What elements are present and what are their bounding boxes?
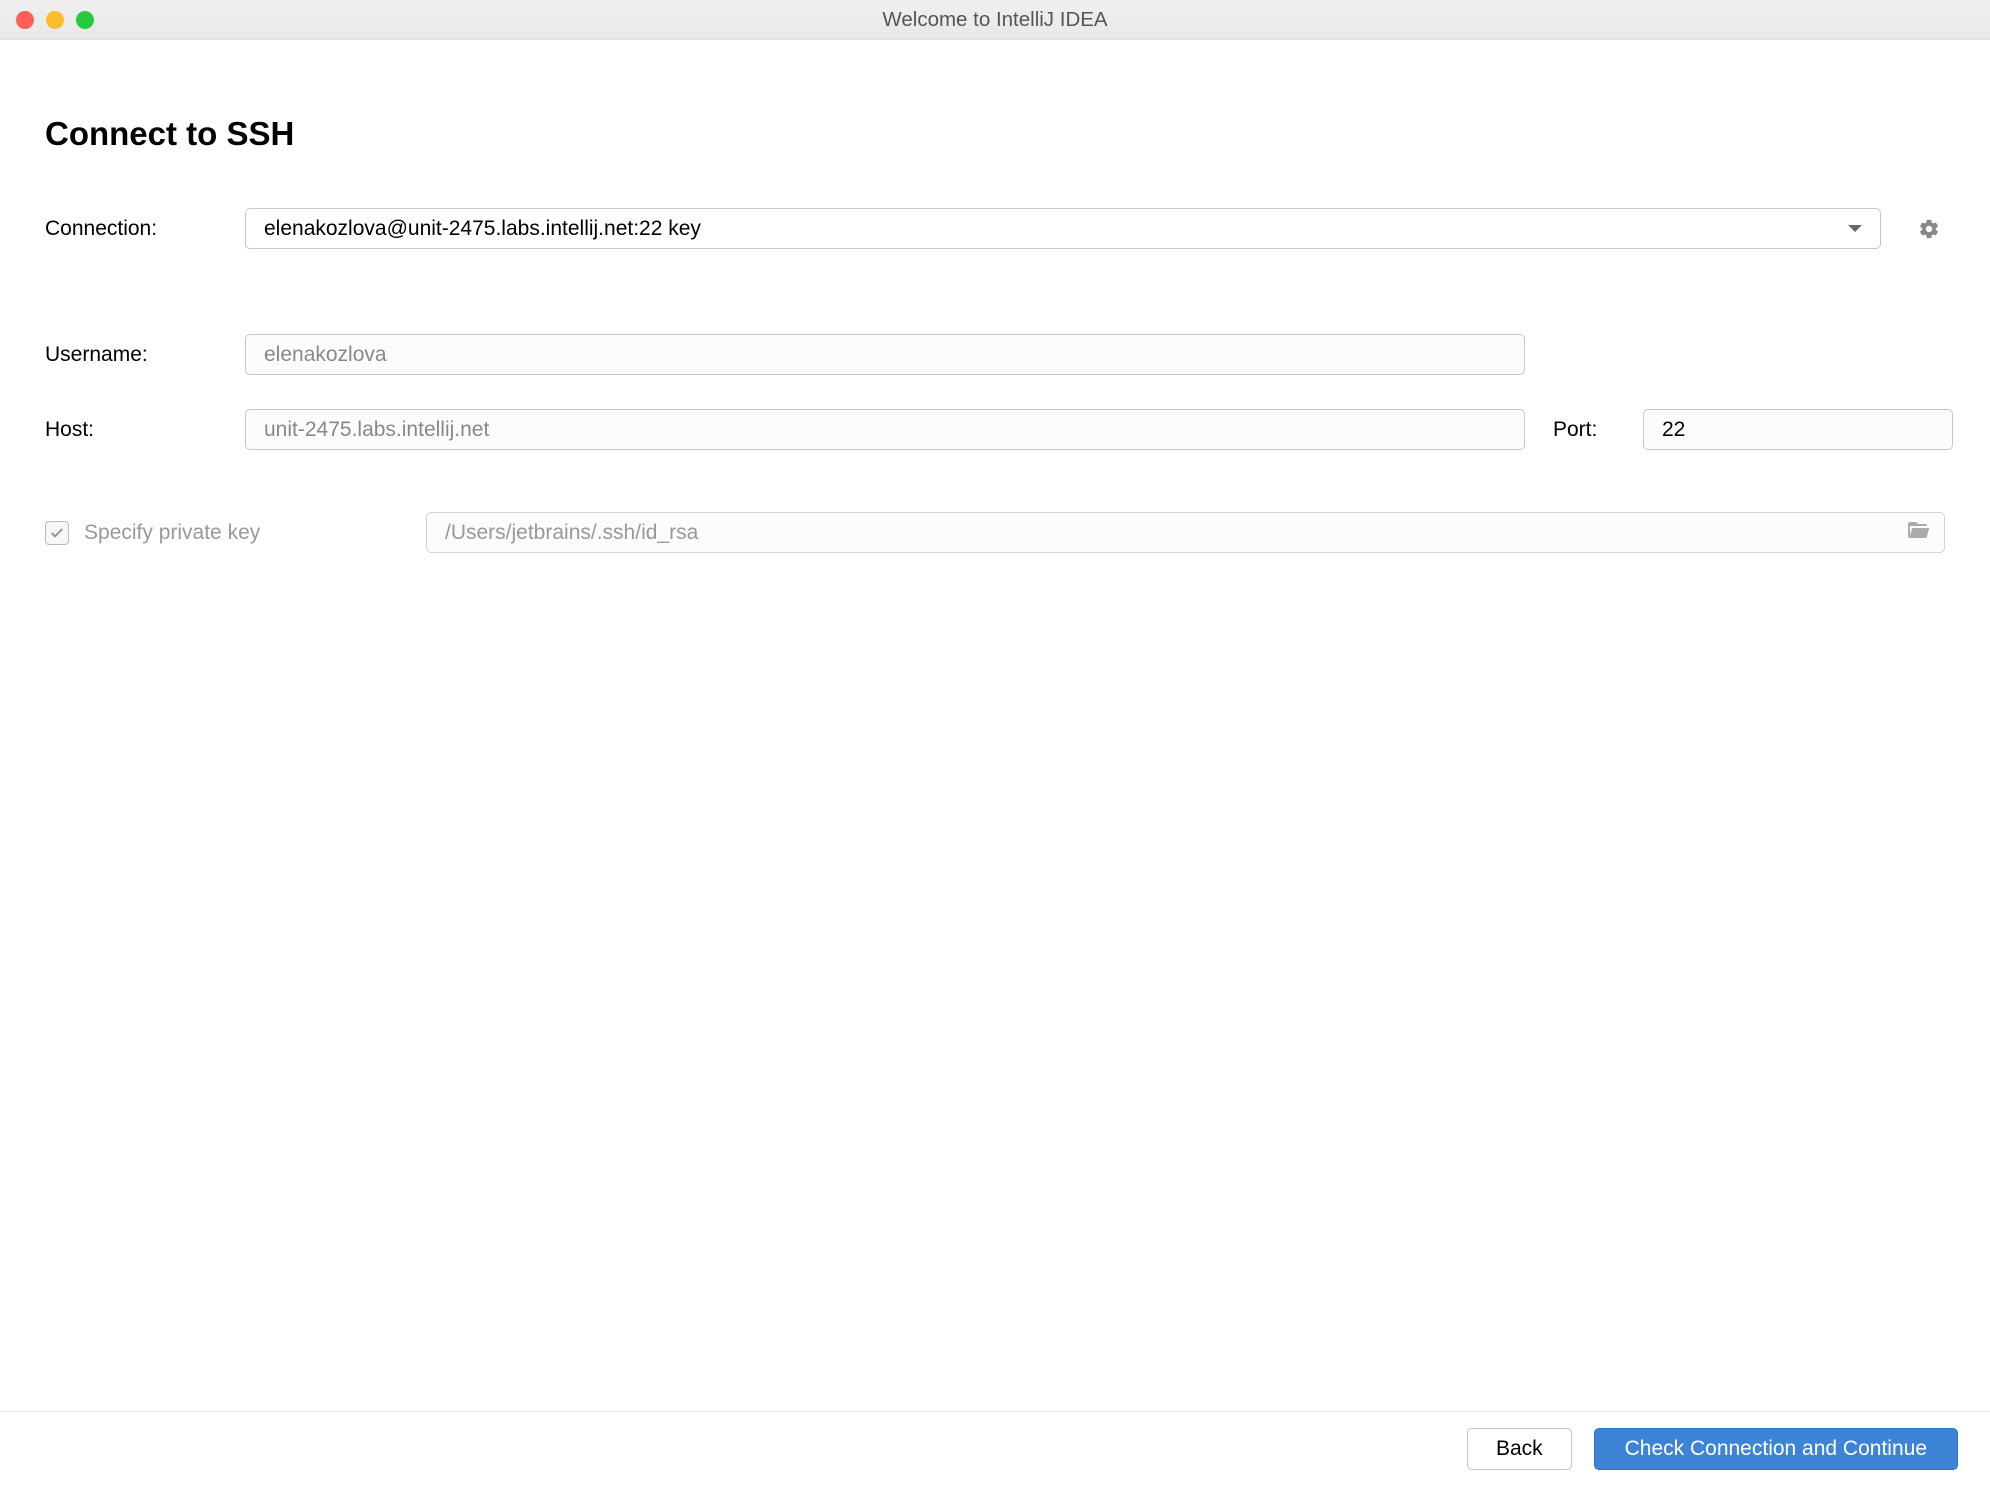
- window-controls: [16, 11, 94, 29]
- host-label: Host:: [45, 418, 245, 442]
- username-input[interactable]: [245, 334, 1525, 375]
- port-input[interactable]: [1643, 409, 1953, 450]
- private-key-path-field[interactable]: /Users/jetbrains/.ssh/id_rsa: [426, 512, 1945, 553]
- connection-label: Connection:: [45, 217, 245, 241]
- host-input[interactable]: [245, 409, 1525, 450]
- private-key-path-value: /Users/jetbrains/.ssh/id_rsa: [445, 521, 1906, 545]
- window-title: Welcome to IntelliJ IDEA: [882, 8, 1107, 32]
- connection-value: elenakozlova@unit-2475.labs.intellij.net…: [264, 217, 1848, 241]
- gear-icon: [1918, 218, 1940, 240]
- connection-settings-button[interactable]: [1913, 213, 1945, 245]
- connection-dropdown-container: elenakozlova@unit-2475.labs.intellij.net…: [245, 208, 1945, 249]
- back-button[interactable]: Back: [1467, 1428, 1572, 1470]
- maximize-window-button[interactable]: [76, 11, 94, 29]
- private-key-row: Specify private key /Users/jetbrains/.ss…: [45, 512, 1945, 553]
- port-label: Port:: [1553, 418, 1643, 442]
- private-key-label: Specify private key: [84, 521, 260, 545]
- continue-button[interactable]: Check Connection and Continue: [1594, 1428, 1958, 1470]
- connection-row: Connection: elenakozlova@unit-2475.labs.…: [45, 208, 1945, 249]
- page-title: Connect to SSH: [45, 115, 1945, 153]
- chevron-down-icon: [1848, 225, 1862, 232]
- connection-dropdown[interactable]: elenakozlova@unit-2475.labs.intellij.net…: [245, 208, 1881, 249]
- private-key-checkbox-container: Specify private key: [45, 521, 426, 545]
- folder-open-icon: [1906, 518, 1930, 542]
- username-row: Username:: [45, 334, 1945, 375]
- host-row: Host: Port:: [45, 409, 1945, 450]
- title-bar: Welcome to IntelliJ IDEA: [0, 0, 1990, 40]
- browse-key-button[interactable]: [1906, 518, 1930, 548]
- content-area: Connect to SSH Connection: elenakozlova@…: [0, 40, 1990, 553]
- minimize-window-button[interactable]: [46, 11, 64, 29]
- close-window-button[interactable]: [16, 11, 34, 29]
- private-key-checkbox[interactable]: [45, 521, 69, 545]
- footer: Back Check Connection and Continue: [0, 1411, 1990, 1486]
- check-icon: [49, 525, 65, 541]
- username-label: Username:: [45, 343, 245, 367]
